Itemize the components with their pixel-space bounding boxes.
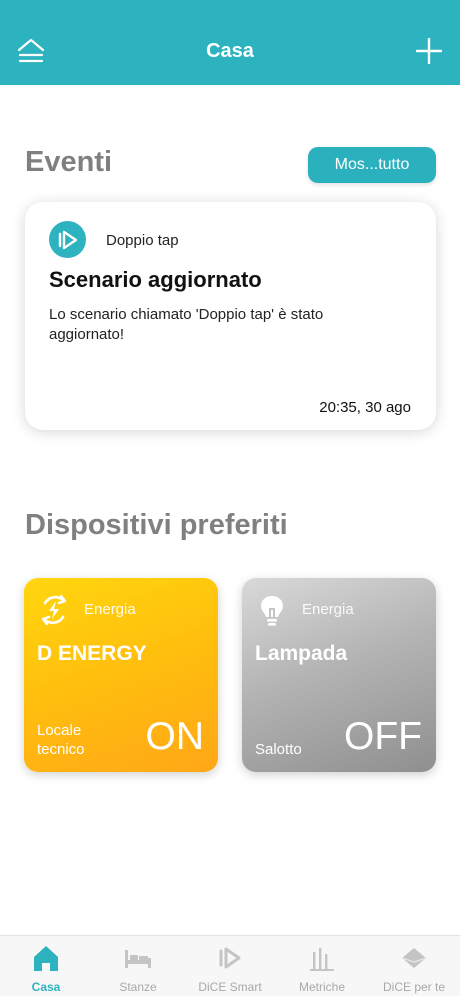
- show-all-button[interactable]: Mos...tutto: [308, 147, 436, 183]
- event-source: Doppio tap: [106, 232, 179, 249]
- device-room: Salotto: [255, 741, 302, 758]
- top-bar: Casa: [0, 0, 460, 85]
- metrics-icon: [307, 943, 337, 973]
- device-name: Lampada: [255, 642, 348, 665]
- events-section-title: Eventi: [25, 146, 113, 178]
- home-icon: [31, 943, 61, 973]
- event-description: Lo scenario chiamato 'Doppio tap' è stat…: [49, 306, 324, 343]
- event-timestamp: 20:35, 30 ago: [319, 399, 411, 416]
- bed-icon: [123, 943, 153, 973]
- tab-label: Casa: [31, 980, 61, 994]
- lightbulb-icon: [254, 592, 290, 628]
- tab-casa[interactable]: Casa: [0, 936, 92, 996]
- device-state-toggle[interactable]: ON: [146, 717, 205, 757]
- favorites-section-title: Dispositivi preferiti: [25, 509, 288, 541]
- device-category: Energia: [84, 601, 136, 618]
- tab-label: DiCE Smart: [198, 980, 262, 994]
- scenario-play-icon: [49, 221, 86, 258]
- tab-label: Metriche: [298, 980, 345, 994]
- page-title: Casa: [206, 40, 254, 62]
- energy-icon: [36, 592, 72, 628]
- tab-metriche[interactable]: Metriche: [276, 936, 368, 996]
- device-state-toggle[interactable]: OFF: [344, 717, 422, 757]
- event-card[interactable]: Doppio tap Scenario aggiornato Lo scenar…: [25, 202, 436, 430]
- device-room: Locale tecnico: [37, 722, 85, 758]
- tab-label: DiCE per te: [382, 980, 446, 994]
- plus-icon[interactable]: [415, 37, 443, 65]
- event-title: Scenario aggiornato: [49, 267, 262, 292]
- tab-dice-per-te[interactable]: DiCE per te: [368, 936, 460, 996]
- tab-bar: Casa Stanze DiCE Smart Metriche DiCE per…: [0, 935, 460, 996]
- device-card-lamp[interactable]: Energia Lampada Salotto OFF: [242, 578, 436, 772]
- device-category: Energia: [302, 601, 354, 618]
- device-card-energy[interactable]: Energia D ENERGY Locale tecnico ON: [24, 578, 218, 772]
- tab-label: Stanze: [119, 980, 157, 994]
- tab-stanze[interactable]: Stanze: [92, 936, 184, 996]
- dice-smart-icon: [215, 943, 245, 973]
- device-name: D ENERGY: [37, 642, 147, 665]
- tab-dice-smart[interactable]: DiCE Smart: [184, 936, 276, 996]
- dice-for-you-icon: [399, 943, 429, 973]
